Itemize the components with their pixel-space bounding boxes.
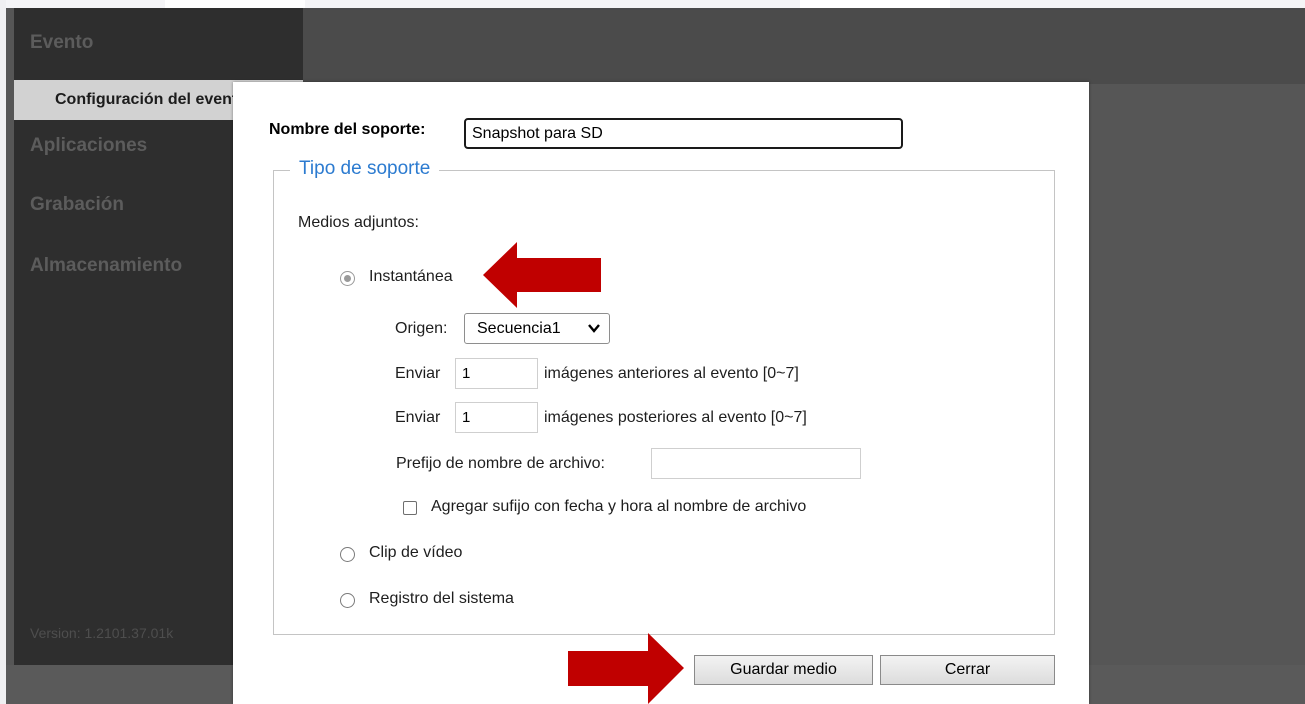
- snapshot-radio[interactable]: [340, 271, 355, 286]
- header-strip: [303, 8, 1305, 84]
- file-prefix-input[interactable]: [651, 448, 861, 479]
- snapshot-label: Instantánea: [369, 268, 453, 285]
- close-button[interactable]: Cerrar: [880, 655, 1055, 685]
- chevron-down-icon: [588, 324, 600, 333]
- origin-select[interactable]: Secuencia1: [464, 313, 610, 344]
- origin-label: Origen:: [395, 320, 448, 337]
- media-dialog: Nombre del soporte: Tipo de soporte Medi…: [233, 82, 1089, 704]
- attached-media-label: Medios adjuntos:: [298, 214, 419, 231]
- sidebar-item-almacenamiento[interactable]: Almacenamiento: [30, 255, 182, 277]
- origin-select-value: Secuencia1: [477, 320, 561, 337]
- media-type-legend: Tipo de soporte: [290, 158, 440, 180]
- pre-event-images-input[interactable]: [455, 358, 538, 389]
- system-log-radio[interactable]: [340, 593, 355, 608]
- sidebar-item-grabacion[interactable]: Grabación: [30, 194, 124, 216]
- system-log-label: Registro del sistema: [369, 590, 514, 607]
- arrow-right-icon: [568, 633, 684, 704]
- file-prefix-label: Prefijo de nombre de archivo:: [396, 455, 605, 472]
- media-name-label: Nombre del soporte:: [269, 121, 426, 138]
- sidebar-item-aplicaciones[interactable]: Aplicaciones: [30, 135, 147, 157]
- date-suffix-checkbox[interactable]: [403, 501, 417, 515]
- save-media-button[interactable]: Guardar medio: [694, 655, 873, 685]
- video-clip-radio[interactable]: [340, 547, 355, 562]
- pre-event-images-label: imágenes anteriores al evento [0~7]: [544, 365, 799, 382]
- media-type-fieldset: [273, 170, 1055, 635]
- post-event-images-label: imágenes posteriores al evento [0~7]: [544, 409, 807, 426]
- media-name-input[interactable]: [464, 118, 903, 149]
- send-post-label: Enviar: [395, 409, 441, 426]
- wallpaper-band: [0, 0, 1305, 8]
- date-suffix-label: Agregar sufijo con fecha y hora al nombr…: [431, 498, 807, 515]
- send-pre-label: Enviar: [395, 365, 441, 382]
- video-clip-label: Clip de vídeo: [369, 544, 463, 561]
- post-event-images-input[interactable]: [455, 402, 538, 433]
- version-text: Version: 1.2101.37.01k: [30, 625, 174, 641]
- arrow-left-icon: [483, 242, 601, 308]
- sidebar-item-evento[interactable]: Evento: [30, 32, 93, 54]
